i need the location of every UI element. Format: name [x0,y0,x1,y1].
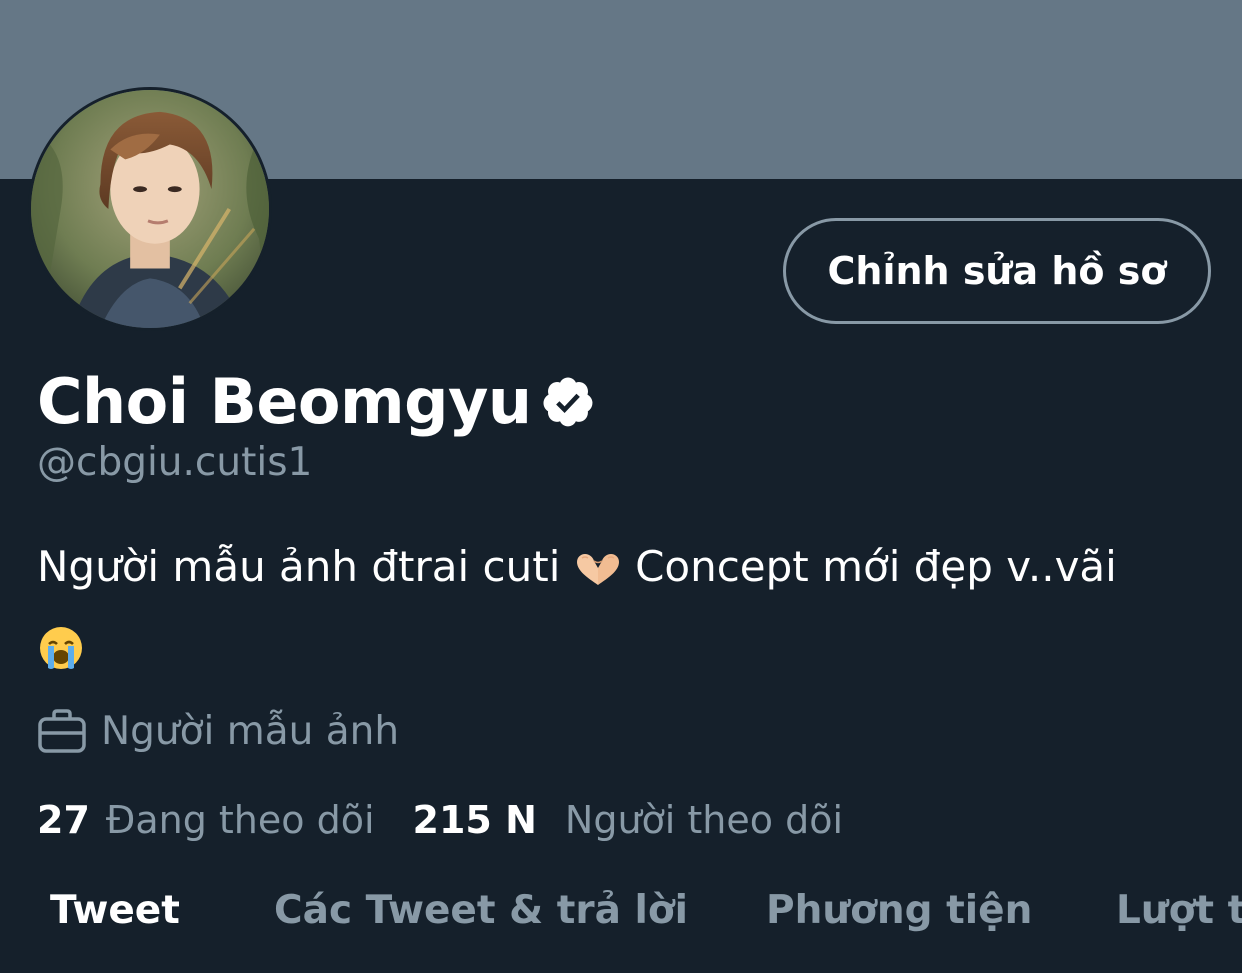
followers-count[interactable]: 215 N [413,798,537,842]
profile-page: Chỉnh sửa hồ sơ Choi Beomgyu @cbgiu.cuti… [0,0,1242,973]
verified-badge-icon [543,377,593,427]
avatar[interactable] [28,87,272,331]
tab-media[interactable]: Phương tiện [766,888,1032,933]
heart-hands-emoji [576,553,619,585]
avatar-photo [31,90,269,328]
tab-likes[interactable]: Lượt t [1116,888,1242,933]
profile-job: Người mẫu ảnh [101,708,400,754]
edit-profile-button[interactable]: Chỉnh sửa hồ sơ [783,218,1211,324]
profile-job-row: Người mẫu ảnh [37,705,399,757]
following-count[interactable]: 27 [37,798,90,842]
profile-tabs: Tweet Các Tweet & trả lời Phương tiện Lư… [0,880,1242,948]
bio-text: Người mẫu ảnh đtrai cuti [37,542,561,591]
bio-text-2: Concept mới đẹp v..vãi [635,542,1117,591]
tab-tweets[interactable]: Tweet [50,888,180,933]
following-label[interactable]: Đang theo dõi [106,798,375,842]
followers-label[interactable]: Người theo dõi [565,798,843,842]
profile-bio: Người mẫu ảnh đtrai cuti Concept mới đẹp… [37,528,1207,684]
loudly-crying-face-emoji [40,626,82,669]
tab-tweets-and-replies[interactable]: Các Tweet & trả lời [274,888,688,933]
follow-stats: 27 Đang theo dõi 215 N Người theo dõi [37,795,843,845]
briefcase-icon [38,709,86,753]
profile-handle: @cbgiu.cutis1 [37,440,313,485]
profile-name-row: Choi Beomgyu [37,362,596,442]
display-name: Choi Beomgyu [37,365,532,438]
